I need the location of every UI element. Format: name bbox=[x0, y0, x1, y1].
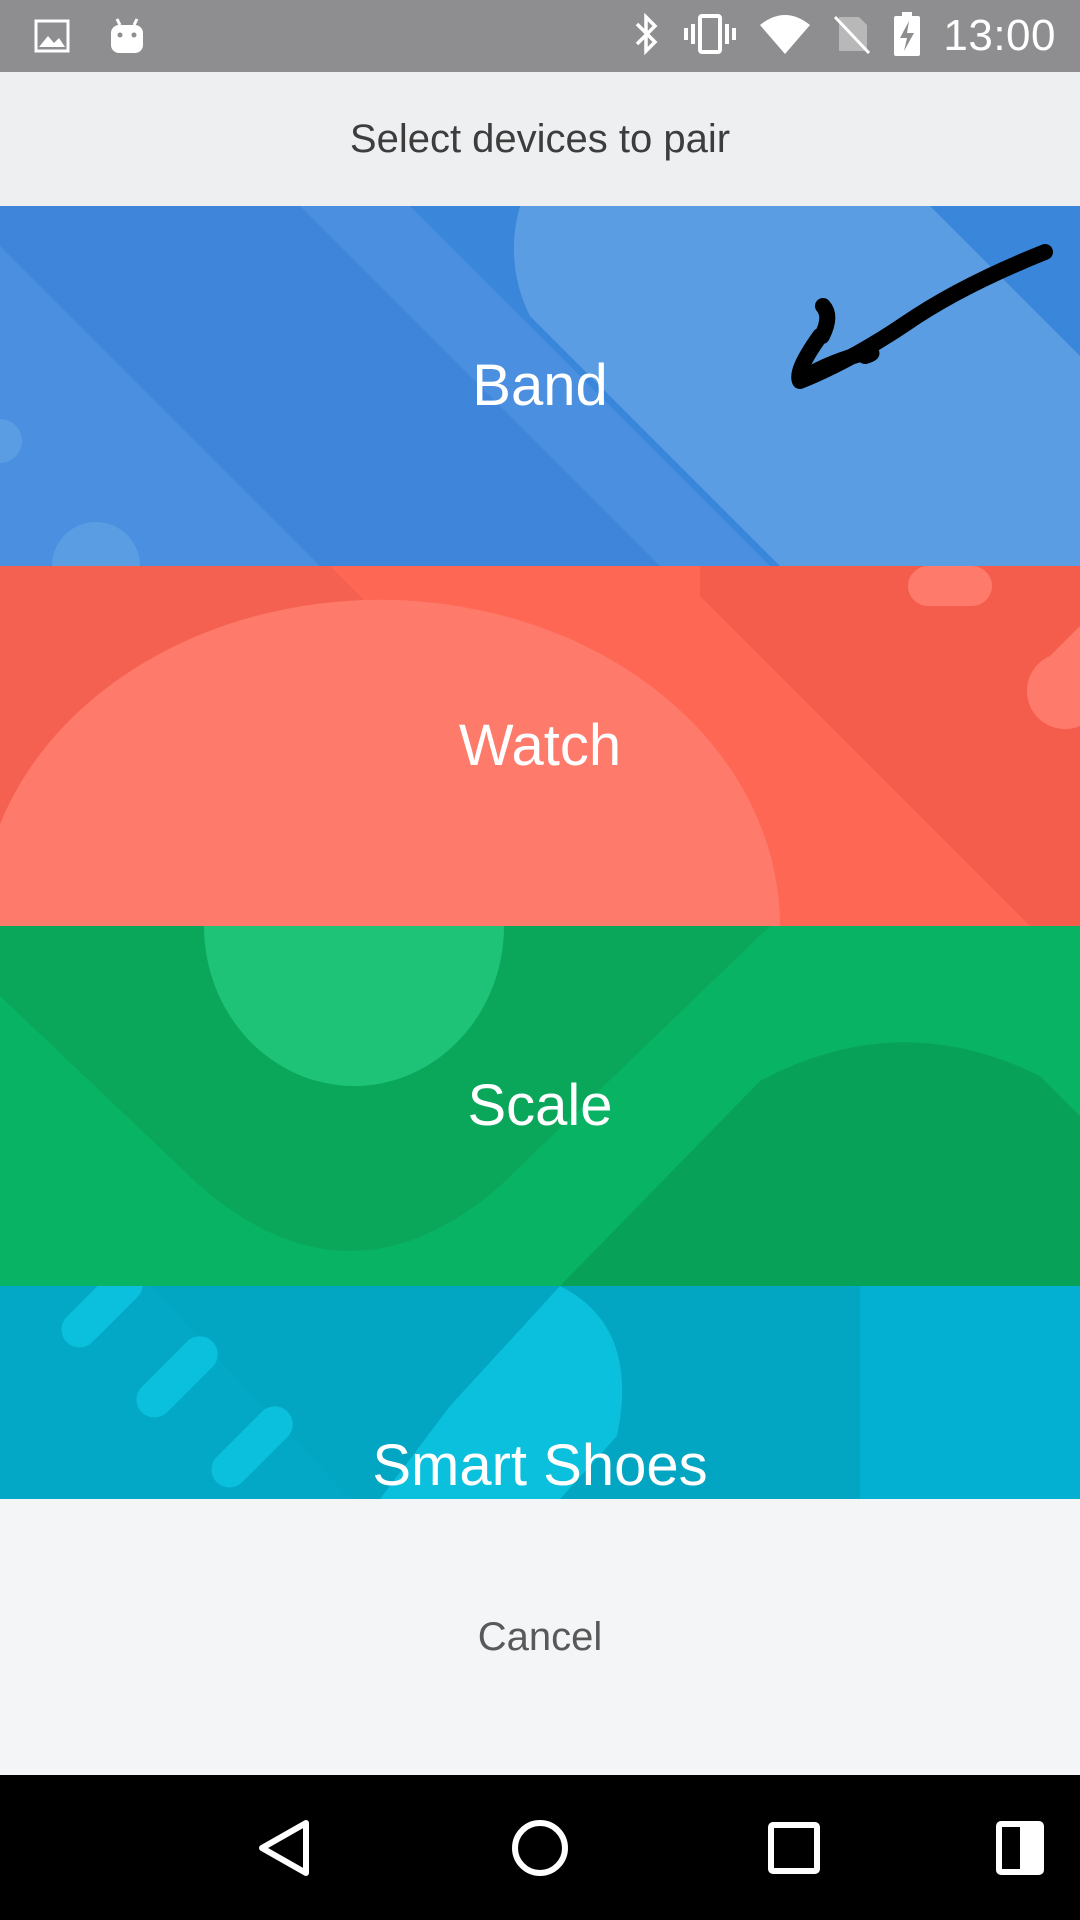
split-screen-button[interactable] bbox=[972, 1775, 1068, 1920]
home-button[interactable] bbox=[488, 1775, 592, 1920]
dialog-footer: Cancel bbox=[0, 1499, 1080, 1775]
back-button[interactable] bbox=[232, 1775, 336, 1920]
dialog-title: Select devices to pair bbox=[349, 116, 731, 161]
status-time: 13:00 bbox=[943, 11, 1056, 60]
navigation-bar bbox=[0, 1775, 1080, 1920]
home-icon bbox=[512, 1819, 568, 1876]
battery-charging-icon bbox=[893, 11, 921, 62]
dialog-header: Select devices to pair bbox=[0, 72, 1080, 206]
device-scale-button[interactable]: Scale bbox=[0, 926, 1080, 1286]
recents-icon bbox=[768, 1821, 820, 1874]
device-label-smart-shoes: Smart Shoes bbox=[372, 1433, 708, 1498]
android-icon bbox=[108, 16, 146, 61]
bluetooth-icon bbox=[633, 12, 661, 61]
cancel-button[interactable]: Cancel bbox=[478, 1615, 603, 1660]
image-icon bbox=[34, 19, 70, 58]
device-band-button[interactable]: Band bbox=[0, 206, 1080, 566]
device-smart-shoes-button[interactable]: Smart Shoes bbox=[0, 1286, 1080, 1499]
device-watch-button[interactable]: Watch bbox=[0, 566, 1080, 926]
arrow-annotation bbox=[791, 244, 1053, 389]
status-bar: 13:00 bbox=[0, 0, 1080, 72]
recents-button[interactable] bbox=[742, 1775, 846, 1920]
back-icon bbox=[259, 1819, 309, 1876]
wifi-icon bbox=[759, 13, 811, 60]
device-label-scale: Scale bbox=[467, 1073, 613, 1138]
vibrate-icon bbox=[683, 12, 737, 61]
no-sim-icon bbox=[833, 13, 871, 60]
device-label-watch: Watch bbox=[458, 713, 622, 778]
split-screen-icon bbox=[996, 1820, 1044, 1875]
